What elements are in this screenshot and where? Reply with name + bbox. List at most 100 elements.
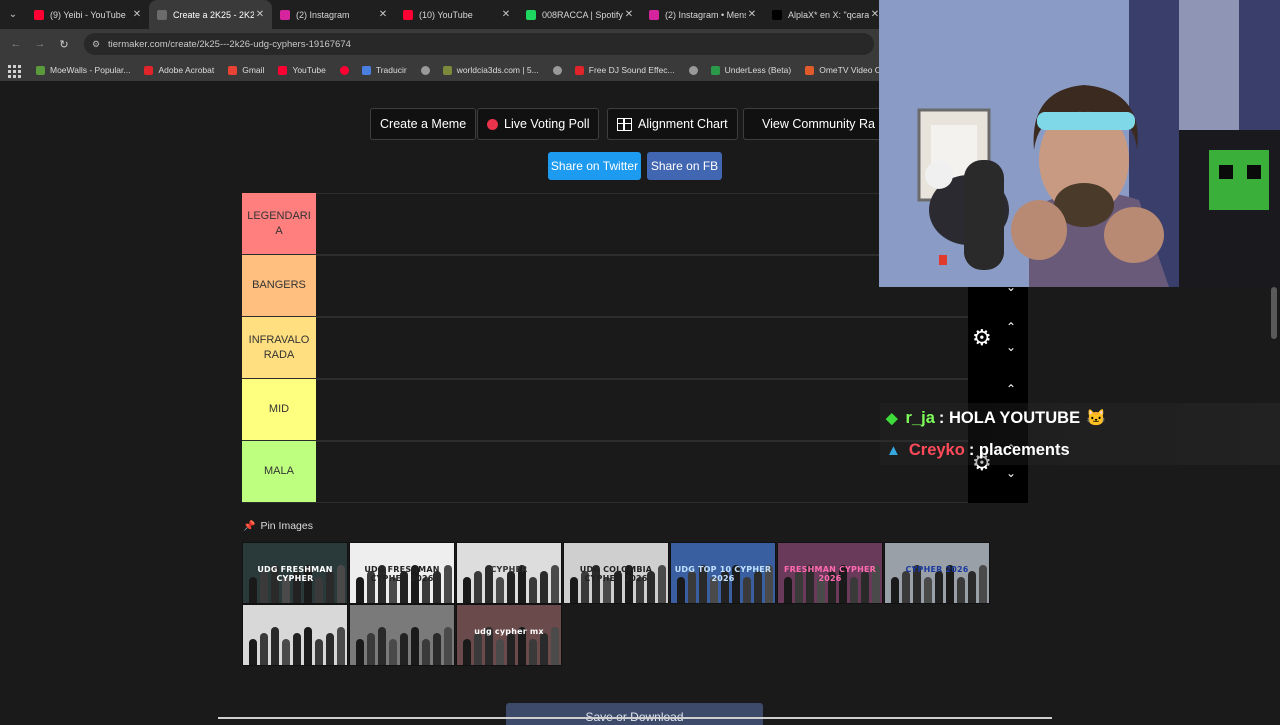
- tier-image-thumbnail[interactable]: [349, 604, 455, 666]
- tier-image-thumbnail[interactable]: FRESHMAN CYPHER 2026: [777, 542, 883, 604]
- browser-tab[interactable]: (10) YouTube ✕: [395, 0, 518, 29]
- tier-image-thumbnail[interactable]: [242, 604, 348, 666]
- live-voting-poll-button[interactable]: Live Voting Poll: [477, 108, 600, 140]
- close-tab-icon[interactable]: ✕: [254, 9, 266, 20]
- person-figure: [433, 633, 441, 665]
- tab-favicon-icon: [772, 9, 782, 20]
- row-settings-gear-icon[interactable]: ⚙: [972, 325, 992, 351]
- streamer-webcam-image: [879, 0, 1280, 287]
- table-grid-icon: [617, 117, 632, 131]
- person-figure: [378, 627, 386, 665]
- tab-search-chevron-icon[interactable]: ⌄: [0, 0, 26, 29]
- chat-badge-icon: ▲: [886, 441, 901, 459]
- person-figure: [422, 639, 430, 665]
- alignment-chart-button[interactable]: Alignment Chart: [607, 108, 738, 140]
- person-figure: [463, 639, 471, 665]
- tier-image-thumbnail[interactable]: UDG COLOMBIA CYPHER 2026: [563, 542, 669, 604]
- tab-favicon-icon: [280, 9, 290, 20]
- browser-tab[interactable]: (2) Instagram ✕: [272, 0, 395, 29]
- bookmark-favicon-icon: [278, 65, 288, 75]
- chat-badge-icon: ◆: [886, 410, 898, 427]
- bookmark-label: Free DJ Sound Effec...: [588, 65, 675, 75]
- bookmark-label: YouTube: [292, 65, 326, 75]
- person-figure: [326, 633, 334, 665]
- bookmark-item[interactable]: Traducir: [361, 65, 407, 75]
- tier-drop-zone[interactable]: [316, 317, 1028, 378]
- bookmark-item[interactable]: [420, 65, 435, 75]
- row-up-chevron-icon[interactable]: ⌃: [1006, 382, 1016, 396]
- tier-label[interactable]: BANGERS: [242, 255, 316, 316]
- tab-favicon-icon: [34, 9, 44, 20]
- browser-tab[interactable]: 008RACCA | Spotify ✕: [518, 0, 641, 29]
- close-tab-icon[interactable]: ✕: [377, 9, 389, 20]
- browser-tab[interactable]: (2) Instagram • Mens ✕: [641, 0, 764, 29]
- bookmark-item[interactable]: Gmail: [228, 65, 264, 75]
- bookmark-item[interactable]: [688, 65, 703, 75]
- bookmark-item[interactable]: Adobe Acrobat: [144, 65, 214, 75]
- tier-image-thumbnail[interactable]: CYPHER 2026: [884, 542, 990, 604]
- thumbnail-caption: UDG FRESHMAN CYPHER: [257, 565, 333, 583]
- tier-image-thumbnail[interactable]: UDG TOP 10 CYPHER 2026: [670, 542, 776, 604]
- share-twitter-button[interactable]: Share on Twitter: [548, 152, 641, 180]
- site-settings-icon[interactable]: ⚙: [92, 39, 102, 49]
- share-facebook-button[interactable]: Share on FB: [647, 152, 722, 180]
- browser-tab[interactable]: AlplaX* en X: "qcaraj ✕: [764, 0, 887, 29]
- bookmark-item[interactable]: YouTube: [278, 65, 326, 75]
- person-figure: [902, 571, 910, 603]
- view-community-rankings-button[interactable]: View Community Ra: [743, 108, 883, 140]
- person-figure: [924, 577, 932, 603]
- person-figure: [315, 639, 323, 665]
- tab-favicon-icon: [157, 9, 167, 20]
- row-down-chevron-icon[interactable]: ⌄: [1006, 466, 1016, 480]
- close-tab-icon[interactable]: ✕: [131, 9, 143, 20]
- thumbnail-caption: FRESHMAN CYPHER 2026: [783, 565, 877, 583]
- browser-tab[interactable]: (9) Yeibi - YouTube ✕: [26, 0, 149, 29]
- tier-label[interactable]: LEGENDARI A: [242, 193, 316, 254]
- close-tab-icon[interactable]: ✕: [746, 9, 758, 20]
- bookmark-item[interactable]: [339, 65, 354, 75]
- row-up-chevron-icon[interactable]: ⌃: [1006, 320, 1016, 334]
- bookmark-favicon-icon: [442, 65, 452, 75]
- bookmark-favicon-icon: [688, 65, 698, 75]
- thumbnail-caption: UDG COLOMBIA CYPHER 2026: [579, 565, 653, 583]
- row-down-chevron-icon[interactable]: ⌄: [1006, 340, 1016, 354]
- chat-message: ▲ Creyko: placements: [886, 435, 1070, 465]
- tier-label[interactable]: INFRAVALO RADA: [242, 317, 316, 378]
- tab-title: (2) Instagram • Mens: [665, 9, 746, 20]
- create-meme-label: Create a Meme: [380, 117, 467, 131]
- webcam-overlay: [879, 0, 1280, 287]
- tier-image-thumbnail[interactable]: UDG FRESHMAN CYPHER 2026: [349, 542, 455, 604]
- tier-image-thumbnail[interactable]: UDG FRESHMAN CYPHER: [242, 542, 348, 604]
- page-divider: [218, 717, 1052, 719]
- chat-text: : placements: [968, 440, 1070, 459]
- browser-tab[interactable]: Create a 2K25 - 2K26 ✕: [149, 0, 272, 29]
- save-or-download-button[interactable]: Save or Download: [506, 703, 763, 725]
- bookmark-item[interactable]: UnderLess (Beta): [710, 65, 791, 75]
- tab-title: Create a 2K25 - 2K26: [173, 9, 254, 20]
- close-tab-icon[interactable]: ✕: [623, 9, 635, 20]
- thumbnail-caption: CYPHER: [490, 565, 528, 574]
- forward-arrow-icon[interactable]: →: [28, 38, 52, 50]
- pin-images-toggle[interactable]: 📌 Pin Images: [243, 520, 313, 532]
- chat-emote: 🐱: [1086, 410, 1106, 427]
- person-figure: [304, 627, 312, 665]
- tab-title: 008RACCA | Spotify: [542, 9, 623, 20]
- chat-username: Creyko: [908, 440, 965, 459]
- bookmark-favicon-icon: [228, 65, 238, 75]
- reload-icon[interactable]: ↻: [52, 38, 76, 51]
- close-tab-icon[interactable]: ✕: [500, 9, 512, 20]
- address-bar[interactable]: ⚙ tiermaker.com/create/2k25---2k26-udg-c…: [84, 33, 874, 55]
- bookmark-item[interactable]: [552, 65, 567, 75]
- tier-image-thumbnail[interactable]: udg cypher mx: [456, 604, 562, 666]
- page-scrollbar[interactable]: [1271, 287, 1277, 339]
- tier-image-thumbnail[interactable]: CYPHER: [456, 542, 562, 604]
- bookmark-item[interactable]: MoeWalls - Popular...: [36, 65, 130, 75]
- back-arrow-icon[interactable]: ←: [4, 38, 28, 50]
- apps-grid-icon[interactable]: [6, 63, 21, 78]
- bookmark-item[interactable]: worldcia3ds.com | 5...: [442, 65, 539, 75]
- tier-label[interactable]: MID: [242, 379, 316, 440]
- tier-label[interactable]: MALA: [242, 441, 316, 502]
- bookmark-item[interactable]: Free DJ Sound Effec...: [574, 65, 675, 75]
- create-meme-button[interactable]: Create a Meme: [370, 108, 477, 140]
- person-figure: [249, 639, 257, 665]
